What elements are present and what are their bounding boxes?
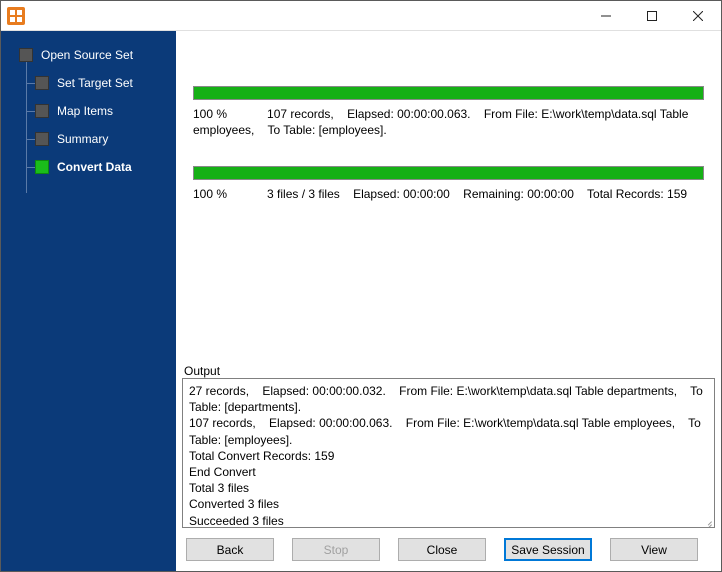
view-button[interactable]: View [610,538,698,561]
sidebar-item-convert-data[interactable]: Convert Data [1,153,176,181]
progress-area: 100 % 107 records, Elapsed: 00:00:00.063… [182,35,715,214]
resize-grip-icon[interactable] [702,515,712,525]
stop-button[interactable]: Stop [292,538,380,561]
item-progress-text: 100 % 107 records, Elapsed: 00:00:00.063… [193,106,704,138]
maximize-icon [647,11,657,21]
overall-progress-bar [193,166,704,180]
sidebar-item-open-source-set[interactable]: Open Source Set [1,41,176,69]
step-box-icon [19,48,33,62]
minimize-button[interactable] [583,1,629,31]
step-box-active-icon [35,160,49,174]
item-progress-bar [193,86,704,100]
app-window: Open Source Set Set Target Set Map Items… [0,0,722,572]
maximize-button[interactable] [629,1,675,31]
button-row: Back Stop Close Save Session View [182,528,715,565]
sidebar-item-label: Summary [57,132,108,146]
titlebar [1,1,721,31]
main-panel: 100 % 107 records, Elapsed: 00:00:00.063… [176,31,721,571]
step-box-icon [35,76,49,90]
close-icon [693,11,703,21]
save-session-button[interactable]: Save Session [504,538,592,561]
sidebar-item-label: Convert Data [57,160,132,174]
sidebar-item-label: Set Target Set [57,76,133,90]
sidebar-item-map-items[interactable]: Map Items [1,97,176,125]
back-button[interactable]: Back [186,538,274,561]
close-window-button[interactable] [675,1,721,31]
minimize-icon [601,11,611,21]
sidebar-item-summary[interactable]: Summary [1,125,176,153]
output-label: Output [182,364,715,378]
close-button[interactable]: Close [398,538,486,561]
output-textarea[interactable]: 27 records, Elapsed: 00:00:00.032. From … [182,378,715,528]
overall-progress-text: 100 % 3 files / 3 files Elapsed: 00:00:0… [193,186,704,202]
step-box-icon [35,132,49,146]
app-icon [7,7,25,25]
output-text: 27 records, Elapsed: 00:00:00.032. From … [189,384,706,528]
sidebar-item-label: Open Source Set [41,48,133,62]
step-box-icon [35,104,49,118]
wizard-sidebar: Open Source Set Set Target Set Map Items… [1,31,176,571]
sidebar-item-label: Map Items [57,104,113,118]
sidebar-item-set-target-set[interactable]: Set Target Set [1,69,176,97]
